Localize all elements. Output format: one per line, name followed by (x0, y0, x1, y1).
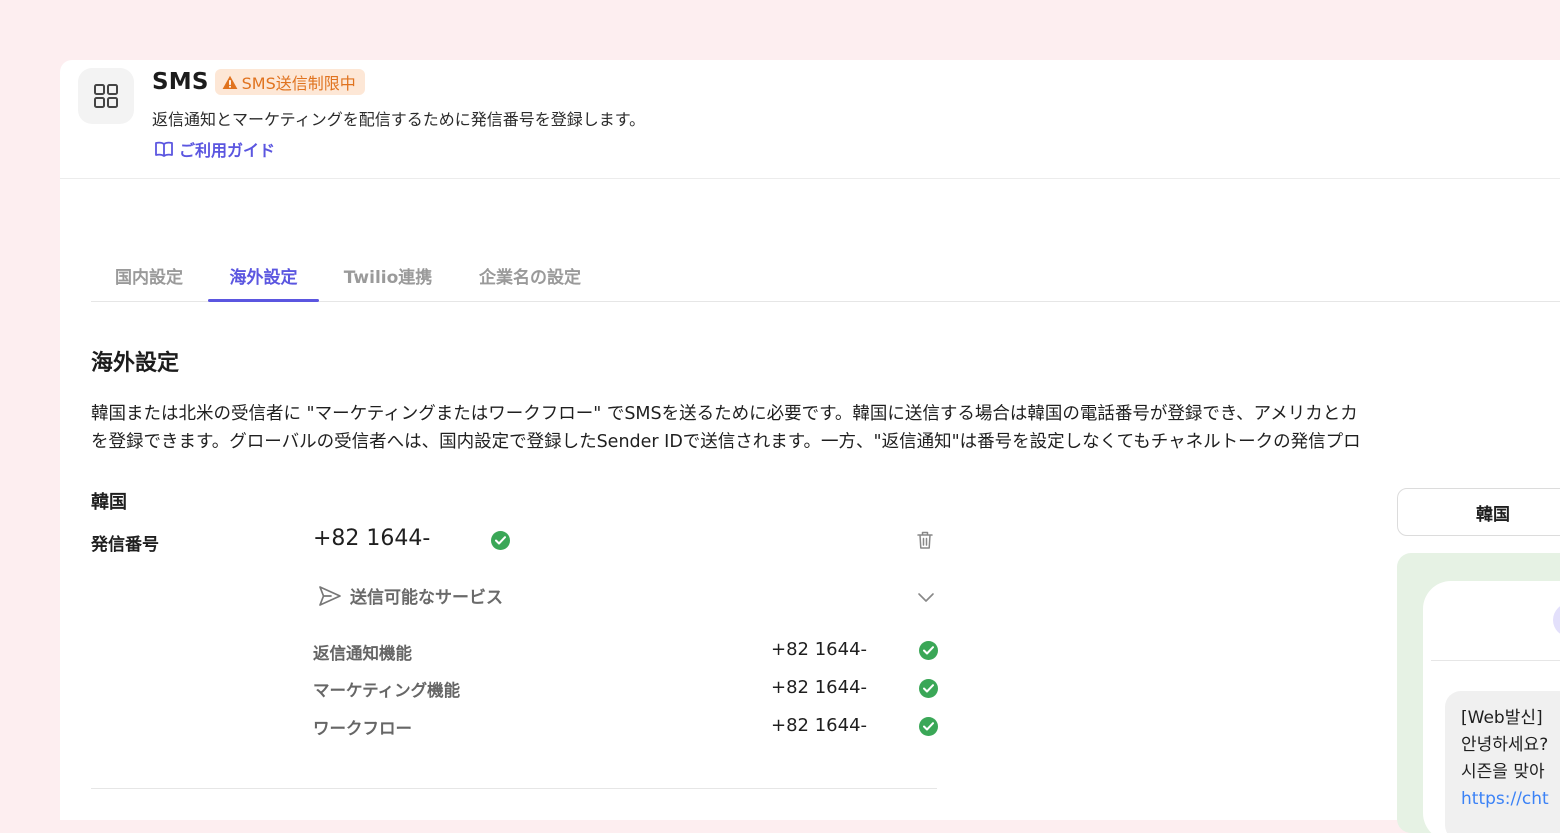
service-name: マーケティング機能 (313, 681, 461, 700)
service-name: 返信通知機能 (313, 644, 412, 663)
section-description: 韓国または北米の受信者に "マーケティングまたはワークフロー" でSMSを送るた… (91, 400, 1560, 456)
message-line: 안녕하세요? (1461, 735, 1549, 755)
sender-number-label: 発信番号 (91, 535, 159, 555)
trash-icon (917, 531, 933, 549)
service-name: ワークフロー (313, 719, 412, 738)
country-label: 韓国 (91, 492, 127, 513)
tab-company-name[interactable]: 企業名の設定 (471, 249, 589, 301)
description-line-2: を登録できます。グローバルの受信者へは、国内設定で登録したSender IDで送… (91, 432, 1361, 452)
tab-twilio[interactable]: Twilio連携 (340, 249, 436, 301)
divider (1431, 660, 1560, 661)
tab-bar: 国内設定 海外設定 Twilio連携 企業名の設定 (91, 249, 1560, 302)
delete-button[interactable] (916, 530, 934, 554)
avatar (1553, 603, 1560, 637)
sender-number-value: +82 1644- (313, 526, 431, 551)
check-circle-icon (919, 717, 938, 736)
status-badge: SMS送信制限中 (214, 69, 365, 95)
app-header: SMS SMS送信制限中 返信通知とマーケティングを配信するために発信番号を登録… (60, 60, 1560, 179)
description-line-1: 韓国または北米の受信者に "マーケティングまたはワークフロー" でSMSを送るた… (91, 404, 1358, 424)
main-card: SMS SMS送信制限中 返信通知とマーケティングを配信するために発信番号を登録… (60, 60, 1560, 833)
tab-overseas-settings[interactable]: 海外設定 (208, 249, 319, 302)
chevron-down-icon[interactable] (917, 588, 935, 607)
tab-domestic-settings[interactable]: 国内設定 (110, 249, 188, 301)
grid-icon (78, 68, 134, 124)
title-row: SMS SMS送信制限中 (152, 69, 365, 95)
send-icon (319, 585, 341, 606)
message-line: [Web발신] (1461, 708, 1543, 728)
check-circle-icon (491, 531, 510, 550)
sms-preview-panel: [Web발신] 안녕하세요? 시즌을 맞아 https://cht (1397, 553, 1560, 833)
message-bubble: [Web발신] 안녕하세요? 시즌을 맞아 https://cht (1445, 691, 1560, 833)
guide-link-label: ご利用ガイド (179, 141, 276, 160)
divider (91, 788, 937, 789)
section-title: 海外設定 (91, 351, 180, 376)
book-icon (155, 141, 173, 157)
warning-icon (222, 75, 238, 89)
service-number: +82 1644- (771, 639, 868, 660)
page-subtitle: 返信通知とマーケティングを配信するために発信番号を登録します。 (152, 110, 646, 129)
phone-mockup: [Web발신] 안녕하세요? 시즌을 맞아 https://cht (1423, 581, 1560, 833)
service-number: +82 1644- (771, 677, 868, 698)
check-circle-icon (919, 641, 938, 660)
check-circle-icon (919, 679, 938, 698)
services-label: 送信可能なサービス (350, 588, 503, 608)
services-toggle[interactable]: 送信可能なサービス (318, 583, 503, 608)
preview-country-select[interactable]: 韓国 (1397, 488, 1560, 536)
guide-link[interactable]: ご利用ガイド (154, 137, 275, 161)
status-badge-label: SMS送信制限中 (241, 74, 356, 93)
message-line: 시즌을 맞아 (1461, 762, 1545, 782)
service-number: +82 1644- (771, 715, 868, 736)
page-title: SMS (152, 69, 209, 95)
